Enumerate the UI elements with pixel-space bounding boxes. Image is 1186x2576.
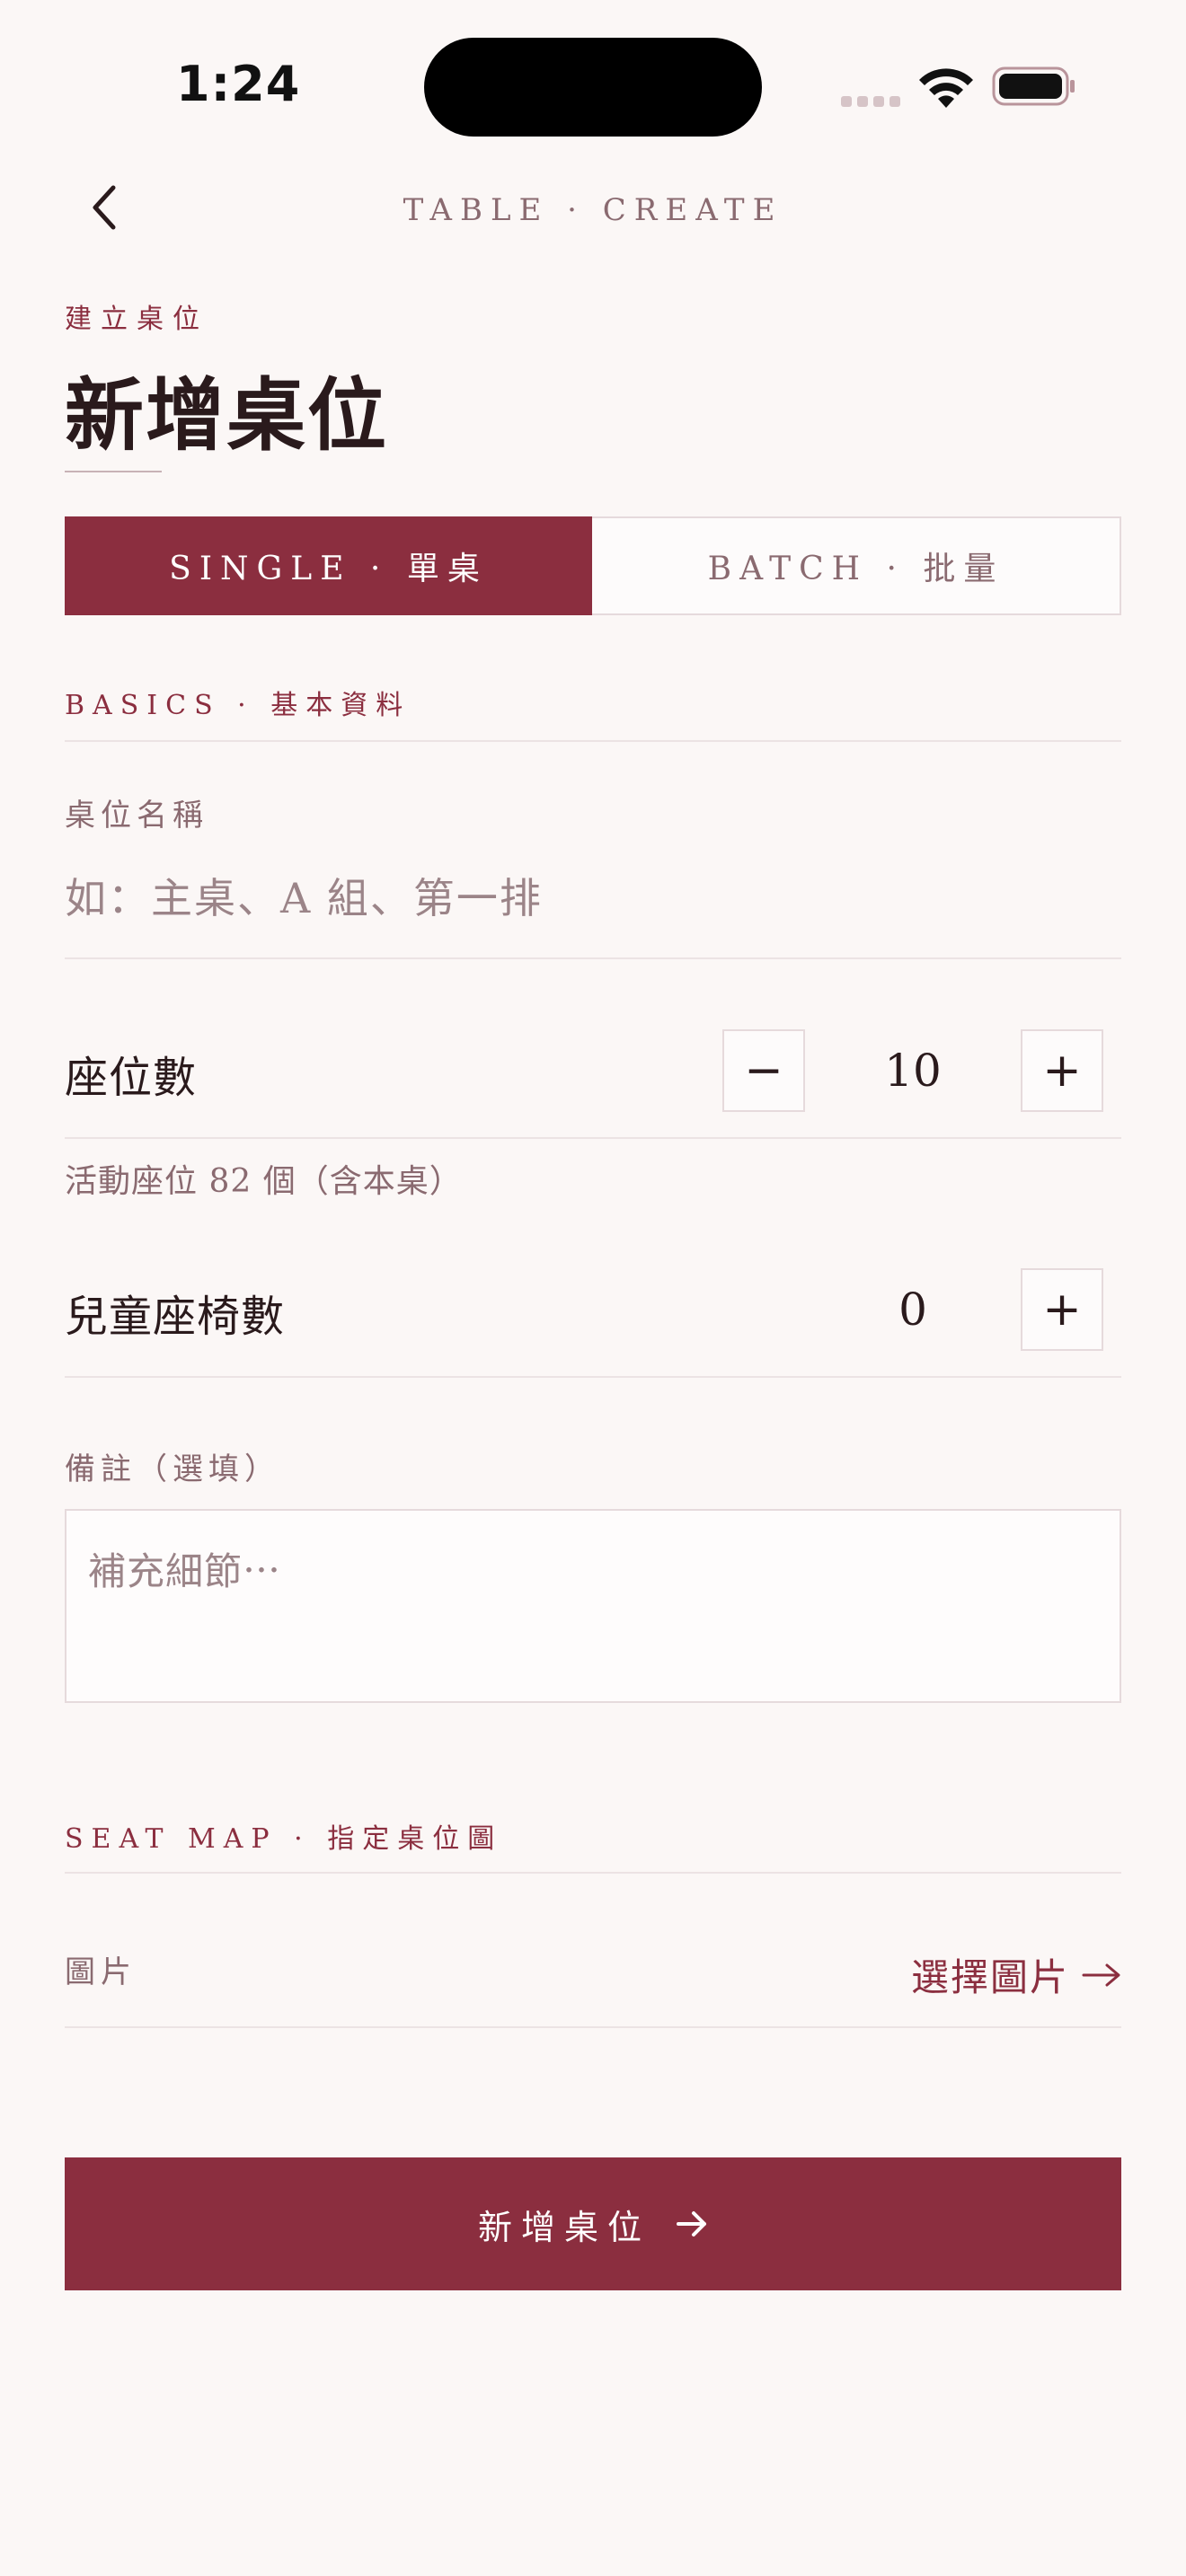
choose-image-button[interactable]: 選擇圖片 [911,1947,1121,2002]
battery-icon [992,66,1075,106]
choose-image-label: 選擇圖片 [910,1955,1069,1999]
page-eyebrow: 建立桌位 [65,304,208,335]
segment-single[interactable]: SINGLE · 單桌 [65,516,592,615]
notes-textarea[interactable] [65,1509,1121,1703]
table-name-input[interactable] [65,862,1121,934]
seats-hint: 活動座位 82 個（含本桌） [65,1163,463,1200]
table-name-label: 桌位名稱 [65,798,208,834]
chevron-left-icon [93,185,116,230]
row-divider [65,2026,1121,2028]
child-seats-label: 兒童座椅數 [65,1292,286,1342]
create-table-button[interactable]: 新增桌位 [65,2157,1121,2290]
notes-label: 備註（選填） [65,1451,280,1487]
dynamic-island [424,38,762,137]
segment-batch[interactable]: BATCH · 批量 [592,518,1120,613]
image-label: 圖片 [65,1954,137,1990]
back-button[interactable] [79,176,129,239]
child-seats-stepper: 0 + [722,1268,1103,1351]
arrow-right-icon [1082,1963,1120,1986]
section-divider [65,740,1121,742]
row-divider [65,1137,1121,1139]
section-label-basics: BASICS · 基本資料 [65,690,412,721]
row-divider [65,1376,1121,1378]
child-seats-increment-button[interactable]: + [1021,1268,1103,1351]
child-seats-decrement-button [722,1268,805,1351]
section-label-seat-map: SEAT MAP · 指定桌位圖 [65,1823,503,1855]
page-title: 新增桌位 [65,368,389,462]
status-time: 1:24 [176,56,301,112]
title-divider [65,471,162,472]
mode-segmented-control: SINGLE · 單桌 BATCH · 批量 [65,516,1121,615]
section-divider [65,1872,1121,1874]
seats-decrement-button[interactable]: − [722,1029,805,1112]
create-table-label: 新增桌位 [477,2207,651,2247]
arrow-right-icon [677,2211,706,2236]
wifi-icon [919,68,973,108]
cellular-signal-icon [841,93,906,110]
nav-title: TABLE · CREATE [403,192,783,228]
seats-value: 10 [884,1045,942,1097]
input-underline [65,957,1121,959]
seats-stepper: − 10 + [722,1029,1103,1112]
seats-increment-button[interactable]: + [1021,1029,1103,1112]
child-seats-value: 0 [898,1284,927,1336]
seats-label: 座位數 [65,1053,198,1103]
